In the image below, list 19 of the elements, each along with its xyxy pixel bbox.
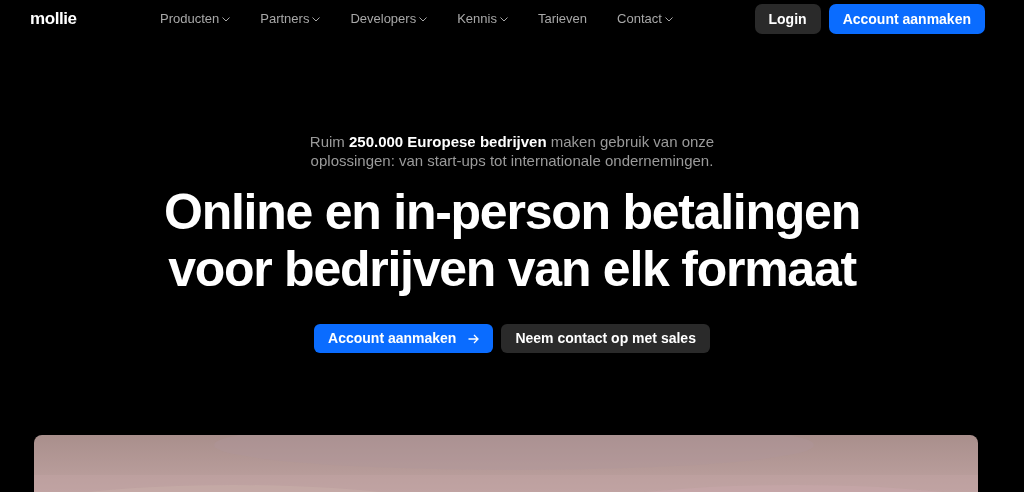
- nav-link[interactable]: Contact: [617, 9, 673, 29]
- chevron-down-icon: [419, 16, 428, 22]
- chevron-down-icon: [664, 16, 673, 22]
- contact-sales-button[interactable]: Neem contact op met sales: [501, 324, 710, 353]
- intro-text: Ruim 250.000 Europese bedrijven maken gebruik van onze oplossingen: van start-ups tot internationale ondernemingen.: [308, 132, 716, 170]
- arrow-right-icon: [468, 333, 480, 344]
- nav-link[interactable]: Partners: [260, 9, 321, 29]
- nav-link[interactable]: Kennis: [457, 9, 508, 29]
- chevron-down-icon: [222, 16, 231, 22]
- nav-link[interactable]: Tarieven: [537, 9, 588, 29]
- login-button[interactable]: Login: [754, 4, 821, 34]
- chevron-down-icon: [312, 16, 321, 22]
- chevron-down-icon: [499, 16, 508, 22]
- logo[interactable]: mollie: [30, 6, 160, 32]
- nav-link[interactable]: Developers: [350, 9, 428, 29]
- hero-heading: Online en in-person betalingen voor bedrijven van elk formaat: [163, 184, 861, 298]
- nav-link[interactable]: Producten: [160, 9, 231, 29]
- signup-button[interactable]: Account aanmaken: [828, 4, 985, 34]
- signup-button[interactable]: Account aanmaken: [314, 324, 494, 353]
